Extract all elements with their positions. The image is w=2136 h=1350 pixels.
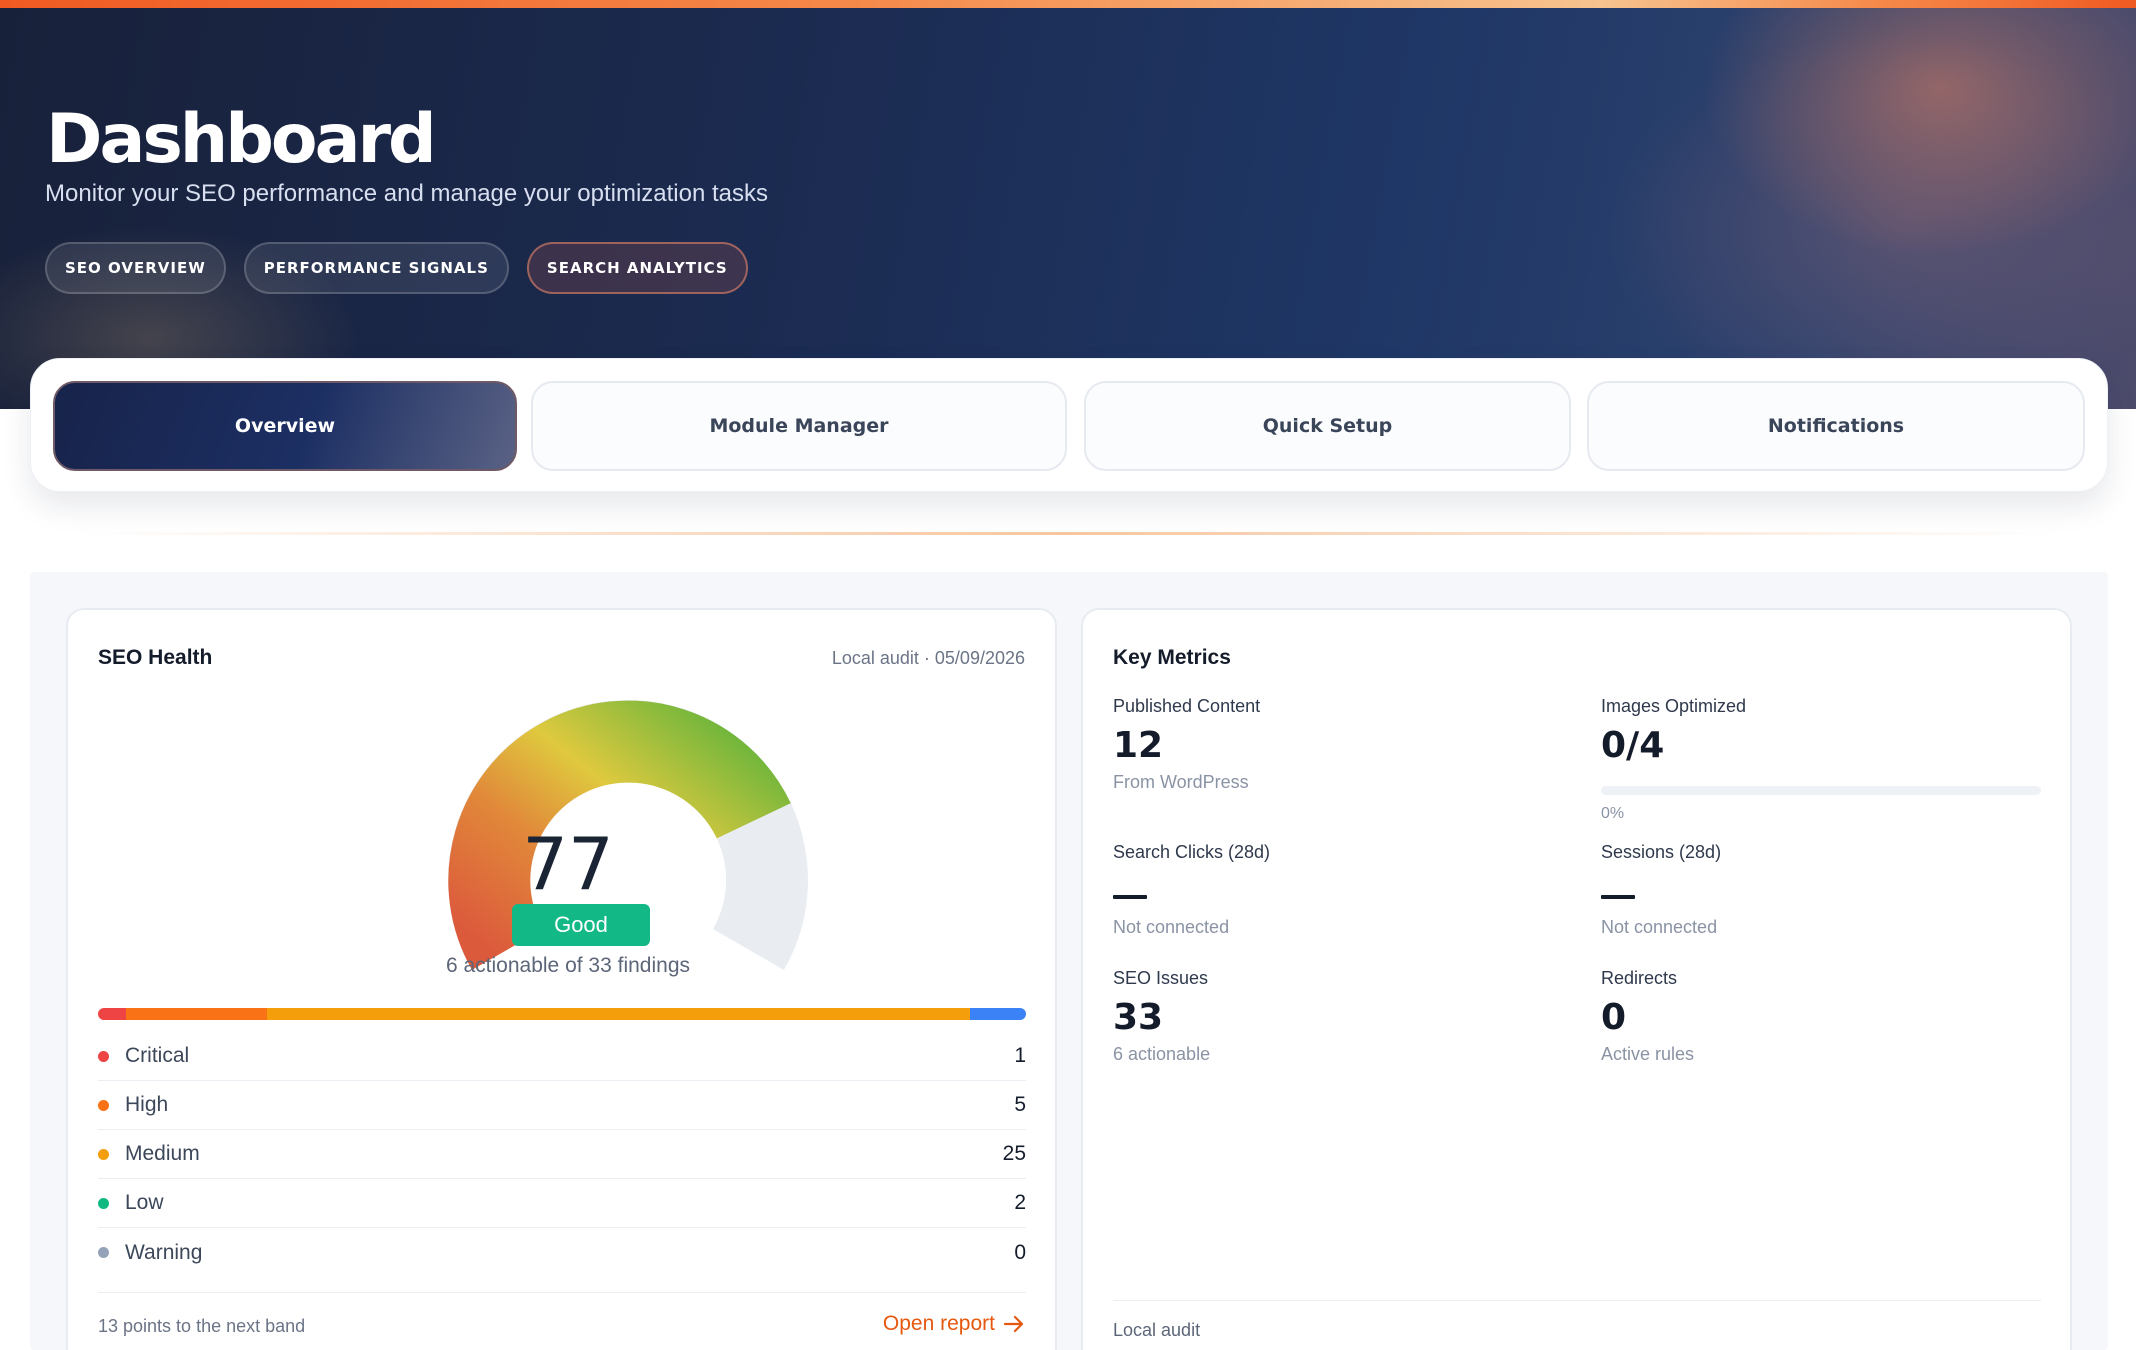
metric-label: SEO Issues (1113, 968, 1209, 988)
metric-redirects: Redirects 0 Active rules (1601, 968, 2041, 1065)
metric-note: Not connected (1601, 917, 1718, 937)
metric-label: Published Content (1113, 696, 1261, 716)
main-tab-bar: Overview Module Manager Quick Setup Noti… (30, 358, 2108, 492)
hero-banner: Dashboard Monitor your SEO performance a… (0, 8, 2136, 409)
key-metrics-title: Key Metrics (1113, 646, 1231, 669)
severity-count: 2 (1014, 1191, 1026, 1214)
severity-label: High (125, 1093, 169, 1116)
severity-count: 1 (1014, 1044, 1026, 1067)
open-report-label: Open report (882, 1312, 995, 1335)
metric-value: 12 (1113, 725, 1164, 766)
metric-sessions: Sessions (28d) Not connected (1601, 842, 2041, 938)
metric-label: Images Optimized (1601, 696, 1747, 716)
tab-divider (80, 532, 2056, 535)
metric-value: 33 (1113, 997, 1164, 1038)
key-metrics-card: Key Metrics Published Content 12 From Wo… (1081, 608, 2072, 1350)
findings-summary: 6 actionable of 33 findings (445, 954, 690, 977)
empty-value-dash (1601, 895, 1635, 899)
metric-note: From WordPress (1113, 772, 1249, 792)
chip-performance-signals[interactable]: PERFORMANCE SIGNALS (243, 242, 509, 294)
empty-value-dash (1113, 895, 1147, 899)
page-title: Dashboard (46, 100, 437, 179)
medium-dot-icon (98, 1148, 109, 1160)
metric-note: 6 actionable (1113, 1044, 1211, 1064)
metric-seo-issues: SEO Issues 33 6 actionable (1113, 968, 1553, 1065)
footer-divider (1113, 1300, 2041, 1301)
warning-dot-icon (98, 1247, 109, 1258)
score-band-badge: Good (512, 904, 650, 946)
severity-bar-segment (98, 1008, 127, 1020)
metric-note: Not connected (1113, 917, 1230, 937)
severity-row-warning: Warning 0 (98, 1228, 1026, 1277)
severity-count: 25 (1002, 1142, 1026, 1165)
metric-label: Sessions (28d) (1601, 842, 1722, 862)
chip-seo-overview[interactable]: SEO OVERVIEW (45, 242, 226, 294)
severity-bar-segment (266, 1008, 970, 1020)
chip-search-analytics[interactable]: SEARCH ANALYTICS (526, 242, 748, 294)
open-report-link[interactable]: Open report (883, 1312, 1025, 1336)
severity-row-high: High 5 (98, 1081, 1026, 1130)
metric-value: 0/4 (1601, 725, 1665, 766)
critical-dot-icon (98, 1050, 109, 1062)
severity-label: Low (125, 1191, 164, 1214)
metric-images-optimized: Images Optimized 0/4 0% (1601, 696, 2041, 823)
audit-meta: Local audit · 05/09/2026 (831, 648, 1025, 668)
seo-health-card: SEO Health Local audit · 05/09/2026 77 G… (66, 608, 1057, 1350)
metric-note: 0% (1601, 805, 1625, 822)
metric-value: 0 (1601, 997, 1627, 1038)
severity-distribution-bar (98, 1008, 1026, 1020)
metric-note: Active rules (1601, 1044, 1695, 1064)
hero-chips: SEO OVERVIEW PERFORMANCE SIGNALS SEARCH … (45, 242, 748, 294)
metric-label: Search Clicks (28d) (1113, 842, 1271, 862)
key-metrics-footer: Local audit (1113, 1320, 1201, 1340)
tab-overview[interactable]: Overview (53, 381, 517, 471)
tab-module-manager[interactable]: Module Manager (531, 381, 1067, 471)
severity-count: 5 (1014, 1093, 1026, 1116)
tab-notifications[interactable]: Notifications (1587, 381, 2085, 471)
metric-label: Redirects (1601, 968, 1678, 988)
severity-bar-segment (969, 1008, 1026, 1020)
images-progress-bar (1601, 786, 2041, 795)
severity-row-low: Low 2 (98, 1179, 1026, 1228)
tab-quick-setup[interactable]: Quick Setup (1084, 381, 1571, 471)
severity-row-medium: Medium 25 (98, 1130, 1026, 1179)
page-subtitle: Monitor your SEO performance and manage … (45, 180, 769, 207)
arrow-right-icon (1003, 1315, 1024, 1333)
severity-row-critical: Critical 1 (98, 1032, 1026, 1081)
seo-score: 77 (522, 822, 614, 906)
low-dot-icon (98, 1197, 109, 1209)
severity-label: Warning (125, 1240, 203, 1264)
severity-label: Critical (125, 1044, 190, 1067)
severity-count: 0 (1014, 1240, 1026, 1264)
metric-search-clicks: Search Clicks (28d) Not connected (1113, 842, 1553, 938)
high-dot-icon (98, 1099, 109, 1111)
severity-bar-segment (126, 1008, 267, 1020)
seo-health-title: SEO Health (98, 646, 213, 669)
severity-label: Medium (125, 1142, 200, 1165)
top-accent-line (0, 0, 2136, 8)
next-band-hint: 13 points to the next band (98, 1316, 306, 1336)
footer-divider (98, 1292, 1026, 1293)
metric-published-content: Published Content 12 From WordPress (1113, 696, 1553, 793)
